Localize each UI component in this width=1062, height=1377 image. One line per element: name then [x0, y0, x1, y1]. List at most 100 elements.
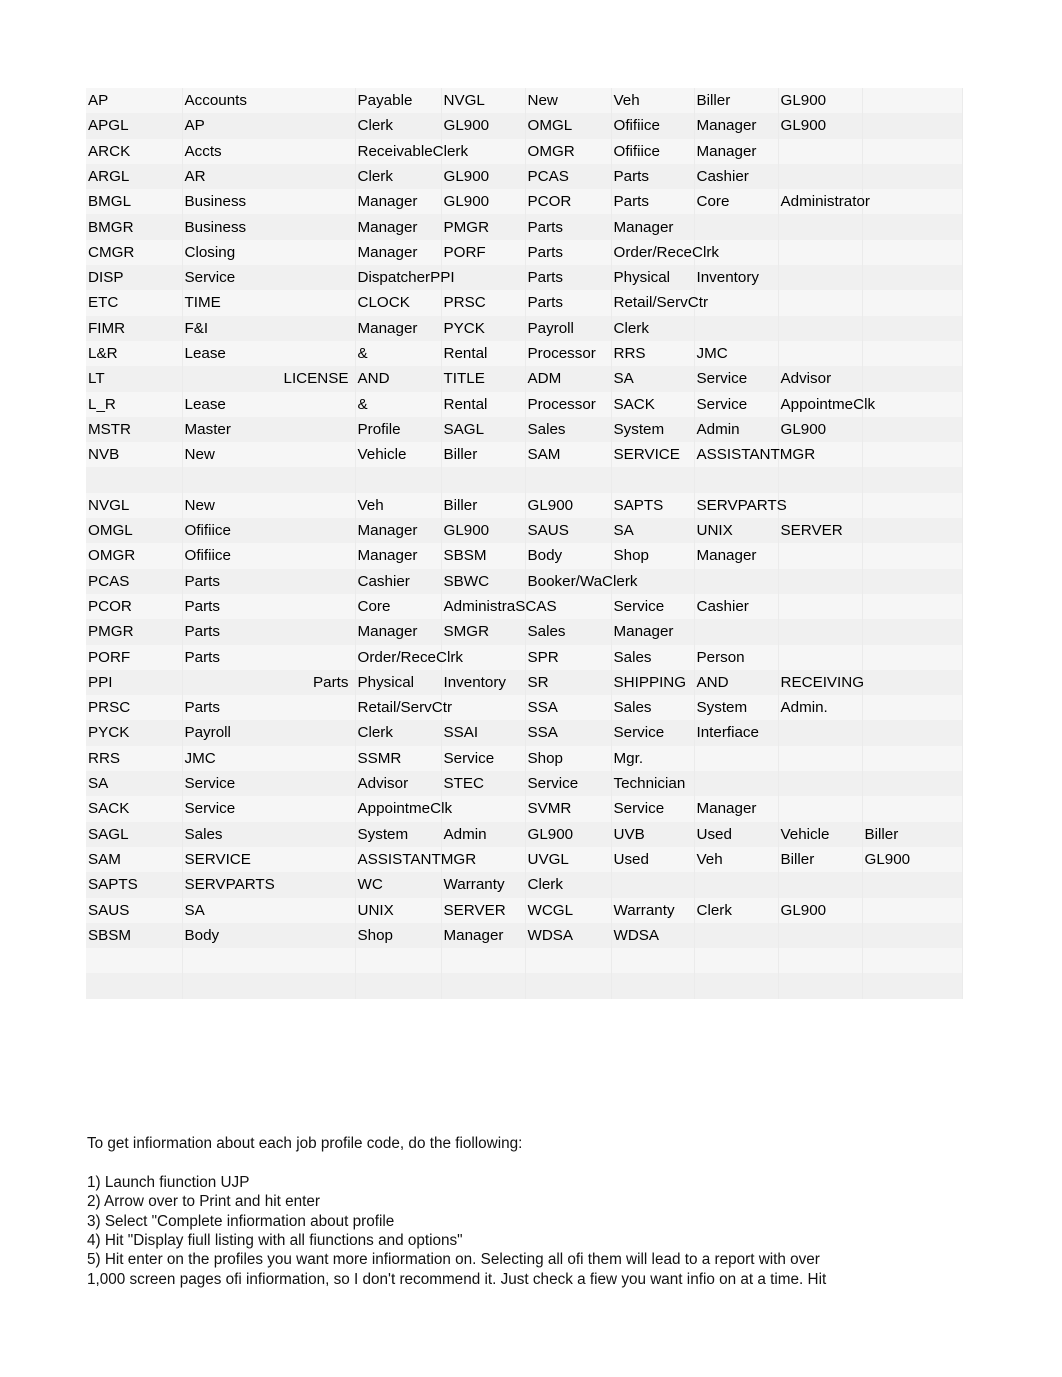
table-cell: SERVER	[778, 518, 863, 544]
table-cell: GL900	[778, 88, 863, 114]
table-cell: Warranty	[611, 897, 695, 923]
table-cell: Parts	[182, 593, 356, 620]
table-cell	[694, 568, 779, 594]
table-cell: &	[355, 340, 442, 367]
table-cell: NVB	[86, 442, 183, 468]
table-cell: SSA	[525, 720, 612, 746]
table-cell: Manager	[694, 543, 779, 569]
table-cell: Advisor	[355, 771, 442, 797]
table-cell	[694, 315, 779, 341]
table-cell: Manager	[355, 619, 442, 645]
table-row: NVGL New Veh Biller GL900 SAPTS SERVPARTS	[86, 492, 963, 519]
table-row: PPI Parts Physical Inventory SR SHIPPING AND RE…	[86, 669, 963, 696]
job-profile-code-table: AP Accounts Payable NVGL New Veh Biller GL900 AP…	[86, 88, 963, 999]
table-cell: ARGL	[86, 163, 183, 190]
table-cell: CMGR	[86, 239, 183, 266]
instruction-step-3: 3) Select "Complete infiormation about p…	[87, 1212, 395, 1230]
table-cell: Interfiace	[694, 720, 779, 746]
table-cell: GL900	[525, 492, 612, 519]
table-cell: JMC	[694, 340, 779, 367]
table-cell	[862, 442, 963, 468]
table-cell	[778, 340, 863, 367]
table-cell: Veh	[694, 846, 779, 873]
table-cell	[862, 492, 963, 519]
table-cell	[778, 973, 863, 999]
table-cell: SERVICE	[182, 846, 356, 873]
table-cell: PCAS	[86, 568, 183, 594]
table-cell: Service	[525, 771, 612, 797]
table-cell: MSTR	[86, 416, 183, 443]
table-cell: Admin.	[778, 695, 863, 721]
table-cell: Ofifiice	[182, 543, 356, 569]
table-cell: Vehicle	[355, 442, 442, 468]
table-cell	[611, 973, 695, 999]
table-cell	[778, 492, 863, 519]
instruction-step-5-line-1: 5) Hit enter on the profiles you want mo…	[87, 1251, 820, 1269]
table-row: MSTR Master Profile SAGL Sales System Admin GL9…	[86, 416, 963, 443]
table-cell: Manager	[694, 138, 779, 164]
table-cell: Business	[182, 189, 356, 215]
table-cell: Order/ReceClrk	[611, 239, 719, 266]
table-cell	[862, 796, 963, 822]
table-cell: WDSA	[611, 922, 695, 949]
table-cell: FIMR	[86, 315, 183, 341]
table-row: BMGL Business Manager GL900 PCOR Parts Core Adm…	[86, 189, 963, 215]
table-cell: Warranty	[441, 872, 526, 898]
table-cell	[778, 720, 863, 746]
table-cell	[862, 644, 963, 670]
table-cell	[441, 948, 526, 974]
table-cell: ASSISTANTMGR	[355, 846, 476, 873]
table-cell: Sales	[611, 644, 695, 670]
table-cell: BMGR	[86, 214, 183, 240]
table-cell: Payroll	[182, 720, 356, 746]
table-cell	[355, 973, 442, 999]
table-cell: AND	[355, 366, 442, 392]
table-cell	[694, 745, 779, 772]
table-cell	[862, 922, 963, 949]
instruction-step-2: 2) Arrow over to Print and hit enter	[87, 1193, 320, 1211]
table-cell: ETC	[86, 290, 183, 316]
table-cell: Ofifiice	[182, 518, 356, 544]
table-cell	[862, 315, 963, 341]
table-cell: PORF	[441, 239, 526, 266]
table-cell: Service	[611, 796, 695, 822]
table-cell	[694, 619, 779, 645]
table-cell: NVGL	[86, 492, 183, 519]
table-cell: SMGR	[441, 619, 526, 645]
table-cell	[862, 619, 963, 645]
table-cell: Ofifiice	[611, 138, 695, 164]
table-row: DISP Service DispatcherPPI Parts Physical Inv…	[86, 265, 963, 291]
table-cell: Service	[441, 745, 526, 772]
table-cell: Body	[182, 922, 356, 949]
table-cell: Accts	[182, 138, 356, 164]
table-cell: Profile	[355, 416, 442, 443]
table-cell: Administrator	[778, 189, 870, 215]
table-cell	[694, 973, 779, 999]
table-cell: PMGR	[441, 214, 526, 240]
table-cell	[862, 593, 963, 620]
table-cell: Clerk	[355, 720, 442, 746]
table-cell: Service	[611, 593, 695, 620]
table-cell: Parts	[611, 189, 695, 215]
table-cell: Manager	[611, 214, 695, 240]
table-cell: SERVER	[441, 897, 526, 923]
table-cell: Inventory	[694, 265, 779, 291]
table-cell: Physical	[611, 265, 695, 291]
table-cell: AppointmeClk	[355, 796, 452, 822]
table-cell: Cashier	[355, 568, 442, 594]
table-cell: SA	[611, 366, 695, 392]
table-cell	[778, 922, 863, 949]
table-cell: RECEIVING	[778, 669, 864, 696]
table-cell	[862, 88, 963, 114]
table-cell: SBSM	[86, 922, 183, 949]
table-row: NVB New Vehicle Biller SAM SERVICE ASSISTANTMG…	[86, 442, 963, 468]
instruction-step-5-line-2: 1,000 screen pages ofi infiormation, so …	[87, 1270, 827, 1288]
table-cell: Parts	[182, 568, 356, 594]
table-cell: SERVPARTS	[182, 872, 356, 898]
table-cell: GL900	[778, 113, 863, 139]
table-cell: Retail/ServCtr	[355, 695, 452, 721]
table-cell: Manager	[694, 796, 779, 822]
table-cell: New	[182, 492, 356, 519]
table-cell: SSAI	[441, 720, 526, 746]
table-cell: Biller	[694, 88, 779, 114]
